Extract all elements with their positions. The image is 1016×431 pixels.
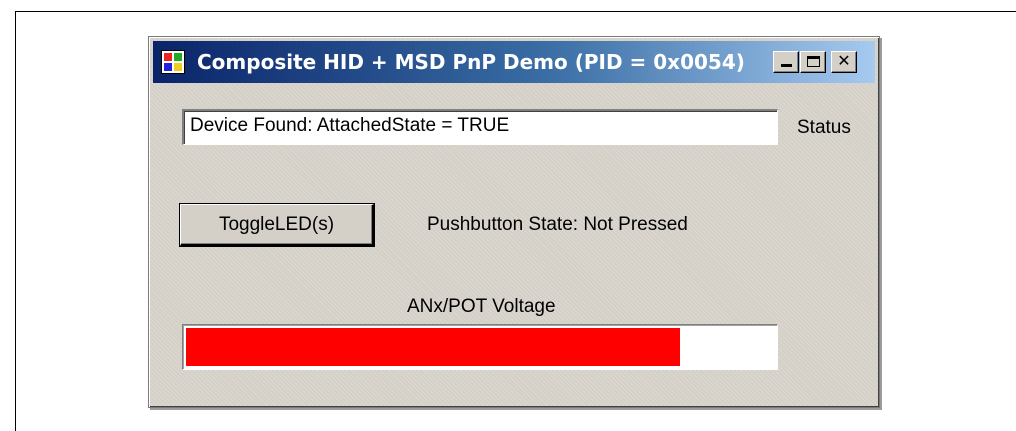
window-title: Composite HID + MSD PnP Demo (PID = 0x00…	[197, 50, 745, 74]
minimize-button[interactable]	[773, 51, 799, 73]
minimize-icon	[781, 64, 792, 67]
title-bar[interactable]: Composite HID + MSD PnP Demo (PID = 0x00…	[153, 41, 875, 83]
progress-fill	[186, 328, 680, 366]
maximize-icon	[807, 56, 820, 67]
status-label: Status	[797, 117, 851, 138]
pushbutton-state-label: Pushbutton State: Not Pressed	[427, 214, 688, 235]
app-window: Composite HID + MSD PnP Demo (PID = 0x00…	[148, 36, 880, 408]
progress-track	[186, 328, 774, 366]
maximize-button[interactable]	[800, 51, 826, 73]
close-button[interactable]: ✕	[831, 51, 857, 73]
close-icon: ✕	[837, 53, 851, 70]
voltage-label: ANx/POT Voltage	[407, 296, 556, 317]
voltage-progress-bar	[182, 324, 778, 370]
toggle-leds-button[interactable]: ToggleLED(s)	[179, 203, 375, 247]
status-field[interactable]: Device Found: AttachedState = TRUE	[182, 109, 778, 145]
app-icon[interactable]	[161, 50, 185, 74]
